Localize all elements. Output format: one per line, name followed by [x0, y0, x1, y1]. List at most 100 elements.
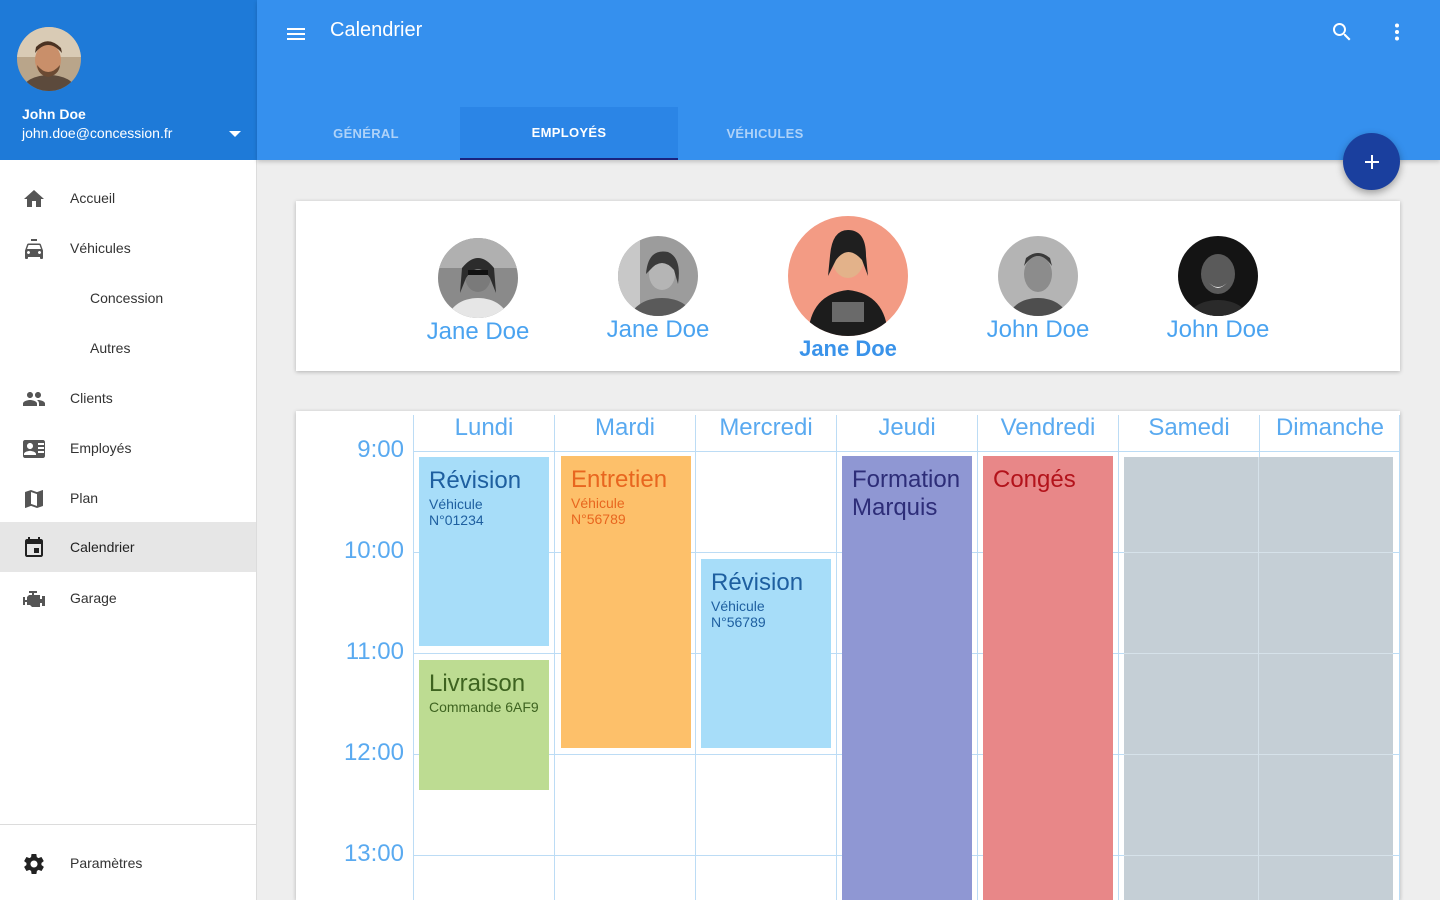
employee-name: John Doe — [1166, 316, 1270, 343]
calendar-event[interactable]: Révision Véhicule N°56789 — [701, 559, 831, 748]
page-title: Calendrier — [330, 19, 423, 41]
nav-label: Employés — [70, 440, 132, 456]
user-name: John Doe — [22, 106, 86, 122]
employee-name: Jane Doe — [606, 316, 710, 343]
nav-label: Autres — [90, 340, 131, 356]
nav-label: Calendrier — [70, 539, 135, 555]
employee-item[interactable]: John Doe — [1153, 236, 1283, 344]
nav-item-vehicules[interactable]: Véhicules — [0, 223, 256, 273]
grid-line — [554, 415, 555, 900]
nav-item-autres[interactable]: Autres — [0, 323, 256, 373]
grid-line — [1118, 415, 1119, 900]
calendar-event[interactable]: Révision Véhicule N°01234 — [419, 457, 549, 646]
day-header: Vendredi — [1000, 414, 1096, 441]
grid-line — [836, 415, 837, 900]
calendar-event[interactable]: Congés — [983, 456, 1113, 900]
time-label: 11:00 — [345, 638, 404, 665]
menu-icon[interactable] — [284, 22, 308, 46]
grid-line — [413, 415, 414, 900]
contact-card-icon — [23, 440, 45, 458]
drawer-header: John Doe john.doe@concession.fr — [0, 0, 257, 160]
nav-item-garage[interactable]: Garage — [0, 573, 256, 623]
time-label: 9:00 — [357, 436, 404, 463]
nav-label: Concession — [90, 290, 164, 306]
plus-icon — [1364, 154, 1379, 169]
tab-vehicules[interactable]: VÉHICULES — [656, 107, 874, 160]
nav-item-plan[interactable]: Plan — [0, 473, 256, 523]
weekly-calendar: Lundi Mardi Mercredi Jeudi Vendredi Same… — [296, 411, 1400, 900]
event-subtitle: Véhicule N°56789 — [571, 495, 626, 527]
more-vert-icon[interactable] — [1385, 20, 1409, 44]
engine-icon — [23, 591, 45, 607]
time-label: 10:00 — [343, 537, 404, 564]
map-icon — [25, 490, 43, 508]
grid-line — [413, 451, 1400, 452]
employee-name: John Doe — [986, 316, 1090, 343]
drawer-divider — [0, 824, 256, 825]
calendar-event[interactable]: Entretien Véhicule N°56789 — [561, 456, 691, 748]
employee-item-selected[interactable]: Jane Doe — [778, 216, 918, 362]
nav-label: Garage — [70, 590, 117, 606]
day-header: Mercredi — [719, 414, 813, 441]
grid-line — [1124, 653, 1393, 654]
employee-photo — [618, 236, 698, 316]
home-icon — [24, 190, 44, 207]
user-email: john.doe@concession.fr — [22, 125, 173, 141]
taxi-icon — [25, 239, 43, 259]
grid-line — [1124, 754, 1393, 755]
grid-line — [977, 415, 978, 900]
event-title: Livraison — [429, 670, 526, 697]
nav-label: Clients — [70, 390, 113, 406]
event-title: Révision — [711, 569, 804, 596]
nav-item-concession[interactable]: Concession — [0, 273, 256, 323]
app-bar: Calendrier GÉNÉRAL EMPLOYÉS VÉHICULES — [257, 0, 1440, 160]
grid-line — [1258, 457, 1259, 900]
employee-item[interactable]: Jane Doe — [413, 238, 543, 346]
calendar-event[interactable]: Formation Marquis — [842, 456, 972, 900]
event-subtitle: Commande 6AF9 — [429, 699, 539, 715]
nav-item-clients[interactable]: Clients — [0, 373, 256, 423]
nav-label: Paramètres — [70, 855, 143, 871]
navigation-drawer: John Doe john.doe@concession.fr Accueil … — [0, 0, 257, 900]
user-avatar[interactable] — [17, 27, 81, 91]
nav-item-calendrier[interactable]: Calendrier — [0, 522, 256, 572]
employee-item[interactable]: Jane Doe — [593, 236, 723, 344]
day-header: Mardi — [594, 414, 655, 441]
day-header: Jeudi — [878, 414, 936, 441]
employee-photo — [438, 238, 518, 318]
event-title: Révision — [429, 467, 522, 494]
nav-item-parametres[interactable]: Paramètres — [0, 838, 256, 888]
people-icon — [23, 392, 45, 406]
grid-line — [695, 415, 696, 900]
nav-label: Véhicules — [70, 240, 131, 256]
nav-label: Plan — [70, 490, 99, 506]
account-dropdown-icon[interactable] — [229, 131, 241, 137]
tab-general[interactable]: GÉNÉRAL — [257, 107, 475, 160]
employee-photo — [1178, 236, 1258, 316]
grid-line — [1124, 855, 1393, 856]
tab-employes[interactable]: EMPLOYÉS — [460, 107, 678, 160]
grid-line — [1124, 552, 1393, 553]
calendar-event[interactable]: Livraison Commande 6AF9 — [419, 660, 549, 790]
event-title: Formation Marquis — [852, 466, 961, 521]
event-subtitle: Véhicule N°01234 — [429, 496, 484, 528]
add-button[interactable] — [1343, 133, 1400, 190]
grid-line — [1399, 415, 1400, 900]
event-title: Congés — [993, 466, 1076, 493]
nav-item-employes[interactable]: Employés — [0, 423, 256, 473]
time-label: 12:00 — [343, 739, 404, 766]
employee-selector-card: Jane Doe Jane Doe Jane Doe John Doe John… — [296, 201, 1400, 371]
calendar-event-weekend-block[interactable] — [1124, 457, 1393, 900]
event-subtitle: Véhicule N°56789 — [711, 598, 766, 630]
calendar-icon — [25, 537, 43, 557]
employee-item[interactable]: John Doe — [973, 236, 1103, 344]
nav-item-accueil[interactable]: Accueil — [0, 173, 256, 223]
employee-name: Jane Doe — [799, 336, 897, 361]
employee-photo — [998, 236, 1078, 316]
nav-label: Accueil — [70, 190, 116, 206]
search-icon[interactable] — [1330, 20, 1354, 44]
day-header: Samedi — [1148, 414, 1230, 441]
gear-icon — [24, 854, 44, 874]
event-title: Entretien — [571, 466, 668, 493]
day-header: Lundi — [454, 414, 514, 441]
